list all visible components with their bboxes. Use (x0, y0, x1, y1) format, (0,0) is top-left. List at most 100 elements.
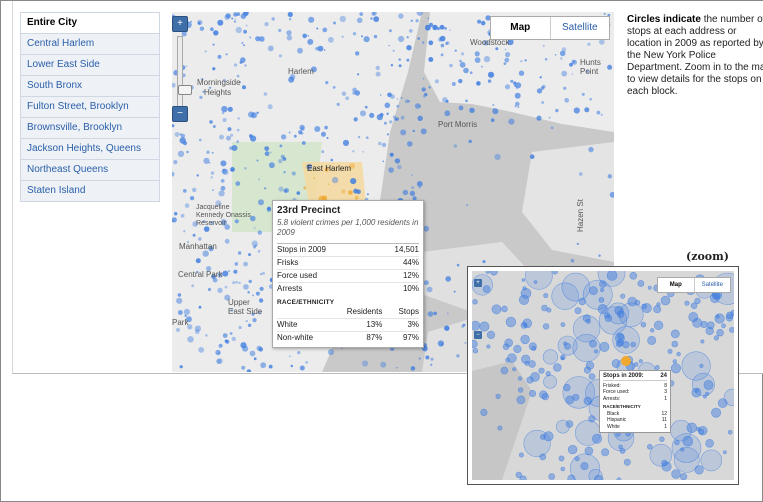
stop-circle (288, 18, 292, 21)
sidebar-item-entire-city[interactable]: Entire City (20, 12, 160, 34)
stop-circle (458, 78, 463, 84)
stop-circle (215, 349, 221, 356)
sidebar-item-south-bronx[interactable]: South Bronx (20, 76, 160, 97)
stop-circle (259, 36, 265, 42)
stop-circle (234, 18, 236, 20)
stop-circle (199, 26, 205, 31)
stop-circle (260, 273, 262, 276)
stop-circle (490, 118, 495, 122)
sidebar-item-staten-island[interactable]: Staten Island (20, 181, 160, 202)
stop-circle (194, 329, 200, 335)
sidebar-item-northeast-queens[interactable]: Northeast Queens (20, 160, 160, 181)
stop-circle (264, 187, 267, 190)
stop-circle (415, 19, 419, 23)
inset-zoom-in-icon[interactable]: + (474, 279, 482, 287)
sidebar-item-fulton-street[interactable]: Fulton Street, Brooklyn (20, 97, 160, 118)
inset-stop-circle (574, 307, 582, 315)
sidebar-item-brownsville[interactable]: Brownsville, Brooklyn (20, 118, 160, 139)
zoom-slider-track[interactable] (177, 36, 192, 108)
stop-circle (217, 54, 222, 59)
stop-circle (236, 12, 241, 16)
sidebar-item-lower-east-side[interactable]: Lower East Side (20, 55, 160, 76)
stop-circle (600, 113, 603, 116)
stop-circle (504, 84, 511, 90)
stop-circle (264, 151, 270, 157)
stop-circle (174, 132, 180, 137)
stop-circle (456, 263, 460, 267)
inset-eth-label: White (607, 423, 620, 430)
stop-circle (222, 333, 228, 338)
stop-circle (291, 171, 296, 176)
stop-circle (449, 63, 453, 68)
inset-stop-circle (674, 439, 680, 446)
inset-stop-circle (627, 296, 637, 307)
zoom-out-icon[interactable]: − (172, 106, 188, 122)
stop-circle (221, 111, 225, 115)
inset-stop-circle (727, 429, 733, 435)
stop-circle (425, 355, 430, 360)
stop-circle (174, 212, 178, 216)
stop-circle (476, 81, 481, 86)
stop-circle (603, 12, 606, 15)
stop-circle (406, 58, 410, 62)
stop-circle (264, 146, 270, 152)
stop-circle (433, 25, 436, 27)
stop-circle (508, 118, 515, 125)
inset-stop-circle (543, 431, 554, 442)
inset-zoom-out-icon[interactable]: − (474, 331, 482, 339)
stop-circle (258, 178, 260, 181)
stop-circle (178, 310, 183, 315)
stop-circle (235, 181, 241, 187)
stop-circle (437, 340, 444, 347)
eth-label: White (277, 320, 298, 329)
stop-circle (177, 150, 185, 157)
stop-circle (548, 116, 551, 119)
stop-circle (378, 141, 382, 146)
stop-circle (271, 17, 275, 21)
stop-circle (195, 258, 201, 264)
inset-stop-circle (705, 439, 714, 448)
stop-circle (466, 204, 468, 207)
stop-circle (356, 17, 363, 24)
inset-stop-circle (606, 271, 618, 281)
inset-stop-circle (560, 466, 566, 472)
popup-subtitle: 5.8 violent crimes per 1,000 residents i… (277, 218, 419, 237)
stop-circle (176, 297, 183, 304)
inset-stop-circle (552, 271, 558, 275)
stop-circle (362, 151, 364, 153)
stop-circle (212, 125, 216, 128)
inset-stop-circle (553, 363, 562, 372)
stop-circle (288, 76, 295, 83)
inset-stop-circle (700, 339, 705, 344)
label-east-harlem: East Harlem (307, 164, 352, 173)
stop-circle (445, 276, 452, 282)
stop-circle (260, 362, 267, 369)
sidebar-item-jackson-heights[interactable]: Jackson Heights, Queens (20, 139, 160, 160)
inset-map-button[interactable]: Map (658, 278, 695, 292)
stop-circle (289, 355, 291, 358)
stop-circle (482, 260, 486, 264)
stop-circle (236, 128, 240, 132)
stop-circle (321, 131, 326, 137)
stop-circle (241, 365, 246, 370)
inset-satellite-button[interactable]: Satellite (695, 278, 731, 292)
zoom-in-icon[interactable]: + (172, 16, 188, 32)
map-type-map-button[interactable]: Map (491, 17, 551, 39)
stop-circle (221, 105, 228, 113)
stop-circle (354, 195, 359, 200)
sidebar-item-central-harlem[interactable]: Central Harlem (20, 34, 160, 55)
zoom-slider-thumb[interactable] (178, 85, 192, 95)
stop-circle (469, 107, 475, 114)
stop-circle (421, 87, 426, 92)
stop-circle (465, 99, 468, 103)
stop-circle (284, 188, 290, 193)
selected-stop-circle[interactable] (621, 356, 631, 366)
stop-circle (400, 97, 403, 99)
stop-circle (517, 106, 520, 108)
inset-stop-circle (548, 473, 555, 480)
map-type-satellite-button[interactable]: Satellite (551, 17, 610, 39)
description-line: the New York Police (627, 50, 716, 61)
stop-circle (456, 354, 460, 358)
inset-stop-circle (629, 272, 638, 280)
stop-circle (380, 361, 387, 368)
